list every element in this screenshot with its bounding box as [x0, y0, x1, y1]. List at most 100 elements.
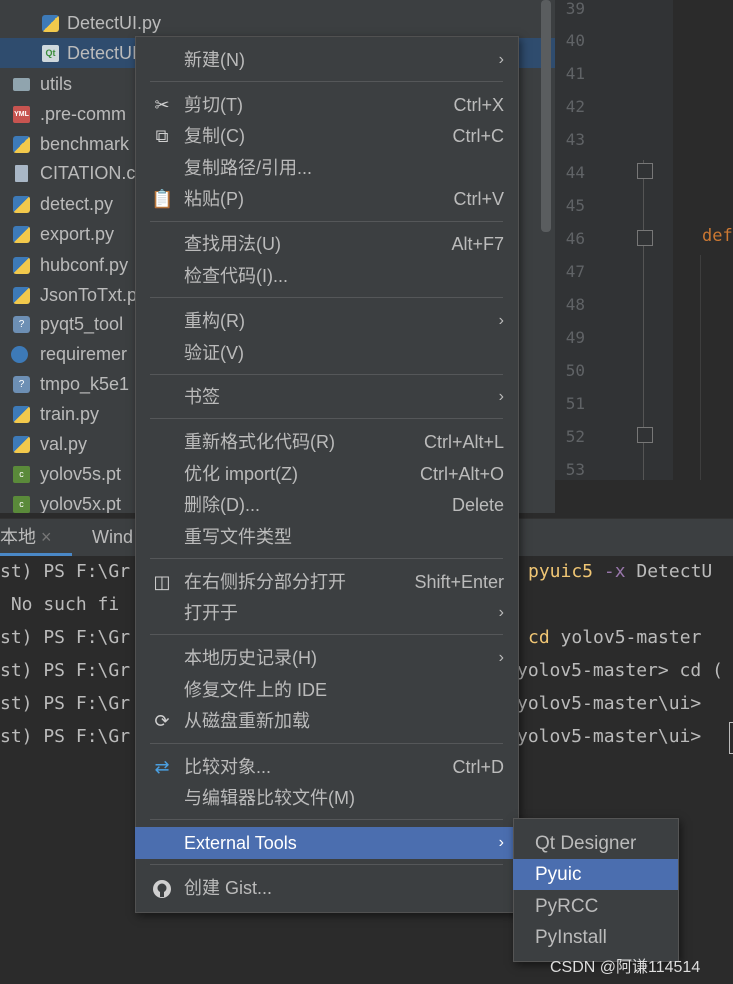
menu-item-new[interactable]: 新建(N) › [135, 44, 518, 76]
fold-marker-icon[interactable] [637, 427, 653, 443]
tab-windows[interactable]: Wind [92, 519, 133, 555]
menu-item-shortcut: Alt+F7 [451, 234, 504, 254]
terminal-args: yolov5-master [549, 627, 702, 648]
terminal-line-right: pyuic5 -x DetectU [528, 561, 712, 582]
menu-item-shortcut: Shift+Enter [414, 572, 504, 592]
line-number: 46 [565, 229, 585, 248]
compare-icon: ⇄ [154, 757, 170, 777]
watermark: CSDN @阿谦114514 [550, 959, 701, 976]
line-number: 48 [565, 295, 585, 314]
menu-separator [150, 558, 503, 559]
menu-item-reformat-code[interactable]: 重新格式化代码(R) Ctrl+Alt+L [135, 426, 518, 458]
python-file-icon [13, 196, 30, 213]
menu-item-label: 重构(R) [184, 311, 245, 331]
line-number: 50 [565, 361, 585, 380]
menu-item-reload-from-disk[interactable]: ⟳ 从磁盘重新加载 [135, 705, 518, 737]
menu-item-cut[interactable]: ✂ 剪切(T) Ctrl+X [135, 89, 518, 121]
line-number: 39 [565, 0, 585, 18]
menu-item-compare-with-editor[interactable]: 与编辑器比较文件(M) [135, 782, 518, 814]
yml-file-icon: YML [13, 106, 30, 123]
menu-item-open-split-right[interactable]: ◫ 在右侧拆分部分打开 Shift+Enter [135, 566, 518, 598]
chevron-right-icon: › [498, 312, 504, 329]
line-number: 42 [565, 97, 585, 116]
chevron-right-icon: › [498, 604, 504, 621]
menu-item-copy[interactable]: ⧉ 复制(C) Ctrl+C [135, 120, 518, 152]
terminal-flag: -x [593, 561, 626, 582]
terminal-line: st) PS F:\Gr [0, 726, 131, 747]
menu-item-validate[interactable]: 验证(V) [135, 337, 518, 369]
menu-item-label: 检查代码(I)... [184, 266, 288, 286]
tree-item-detectui-py[interactable]: DetectUI.py [0, 8, 555, 38]
python-file-icon [13, 226, 30, 243]
line-number: 44 [565, 163, 585, 182]
tree-scrollbar[interactable] [541, 0, 551, 232]
tree-item-label: pyqt5_tool [40, 314, 124, 334]
unknown-python-file-icon: ? [13, 316, 30, 333]
menu-item-inspect-code[interactable]: 检查代码(I)... [135, 260, 518, 292]
tab-local[interactable]: 本地 × [0, 519, 52, 555]
tree-item-label: CITATION.c [40, 163, 136, 183]
terminal-args: DetectU [625, 561, 713, 582]
menu-separator [150, 297, 503, 298]
menu-item-repair-ide[interactable]: 修复文件上的 IDE [135, 674, 518, 706]
menu-item-create-gist[interactable]: 创建 Gist... [135, 872, 518, 904]
fold-marker-icon[interactable] [637, 163, 653, 179]
menu-item-label: 书签 [184, 387, 220, 407]
github-icon [151, 872, 173, 904]
menu-separator [150, 743, 503, 744]
tree-item-label: JsonToTxt.p [40, 285, 138, 305]
tree-item-label: benchmark [40, 134, 130, 154]
menu-item-label: 重新格式化代码(R) [184, 432, 335, 452]
python-file-icon [13, 136, 30, 153]
menu-item-local-history[interactable]: 本地历史记录(H) › [135, 642, 518, 674]
menu-item-label: 复制路径/引用... [184, 158, 313, 178]
menu-separator [150, 418, 503, 419]
menu-item-external-tools[interactable]: External Tools › [135, 827, 518, 859]
menu-item-label: 本地历史记录(H) [184, 648, 317, 668]
line-number: 43 [565, 130, 585, 149]
line-number: 41 [565, 64, 585, 83]
menu-item-label: 验证(V) [184, 343, 244, 363]
submenu-item-pyuic[interactable]: Pyuic [513, 859, 678, 890]
menu-item-label: 创建 Gist... [184, 878, 273, 898]
menu-item-shortcut: Ctrl+X [453, 95, 504, 115]
menu-item-label: 优化 import(Z) [184, 464, 298, 484]
menu-item-paste[interactable]: 📋 粘贴(P) Ctrl+V [135, 183, 518, 215]
menu-item-override-file-type[interactable]: 重写文件类型 [135, 521, 518, 553]
python-file-icon [13, 257, 30, 274]
menu-item-bookmarks[interactable]: 书签 › [135, 381, 518, 413]
chevron-right-icon: › [498, 834, 504, 851]
menu-item-optimize-imports[interactable]: 优化 import(Z) Ctrl+Alt+O [135, 458, 518, 490]
menu-item-copy-path[interactable]: 复制路径/引用... [135, 152, 518, 184]
tree-item-label: train.py [40, 404, 100, 424]
tree-item-label: detect.py [40, 194, 114, 214]
menu-item-label: 新建(N) [184, 50, 245, 70]
menu-separator [150, 819, 503, 820]
menu-item-label: 在右侧拆分部分打开 [184, 572, 346, 592]
submenu-item-qt-designer[interactable]: Qt Designer [513, 828, 678, 859]
close-icon[interactable]: × [41, 527, 52, 547]
tree-item-label: hubconf.py [40, 255, 129, 275]
menu-item-shortcut: Ctrl+C [452, 126, 504, 146]
menu-item-compare-with[interactable]: ⇄ 比较对象... Ctrl+D [135, 751, 518, 783]
submenu-item-pyrcc[interactable]: PyRCC [513, 891, 678, 922]
line-number: 52 [565, 427, 585, 446]
tree-item-label: DetectUI.py [67, 13, 162, 33]
menu-item-label: 剪切(T) [184, 95, 243, 115]
tree-item-label: export.py [40, 224, 115, 244]
submenu-item-label: Pyuic [535, 864, 582, 885]
tree-item-label: DetectUI [67, 43, 138, 63]
copy-icon: ⧉ [155, 126, 169, 146]
terminal-line-right: cd yolov5-master [528, 627, 701, 648]
menu-item-refactor[interactable]: 重构(R) › [135, 305, 518, 337]
tree-item-label: utils [40, 74, 73, 94]
menu-item-find-usages[interactable]: 查找用法(U) Alt+F7 [135, 228, 518, 260]
fold-marker-icon[interactable] [637, 230, 653, 246]
menu-item-delete[interactable]: 删除(D)... Delete [135, 489, 518, 521]
terminal-line: st) PS F:\Gr [0, 660, 131, 681]
submenu-item-pyinstall[interactable]: PyInstall [513, 922, 678, 953]
code-keyword: def [702, 226, 733, 246]
terminal-cursor [729, 722, 733, 754]
menu-item-open-in[interactable]: 打开于 › [135, 597, 518, 629]
python-file-icon [42, 15, 59, 32]
